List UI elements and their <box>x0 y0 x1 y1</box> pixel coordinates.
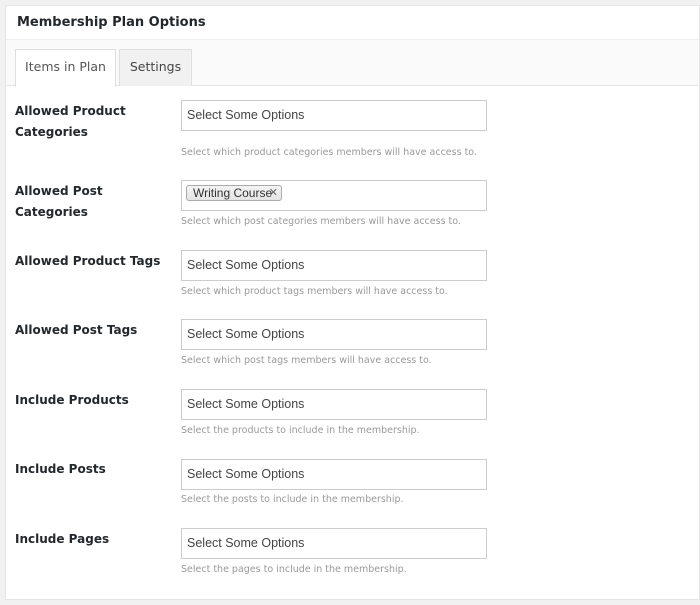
allowed-product-categories-select[interactable]: Select Some Options <box>181 100 487 131</box>
allowed-post-categories-select[interactable]: Writing Course ✕ <box>181 180 487 211</box>
allowed-product-tags-label: Allowed Product Tags <box>15 254 161 268</box>
allowed-post-tags-label: Allowed Post Tags <box>15 323 138 337</box>
include-posts-label: Include Posts <box>15 462 106 476</box>
allowed-product-categories-help: Select which product categories members … <box>181 147 477 158</box>
selected-chip-writing-course: Writing Course ✕ <box>186 185 282 201</box>
allowed-post-tags-help: Select which post tags members will have… <box>181 355 432 366</box>
allowed-product-categories-label: Allowed Product Categories <box>15 104 126 139</box>
include-products-label: Include Products <box>15 393 129 407</box>
tab-settings[interactable]: Settings <box>119 49 192 86</box>
allowed-product-tags-select[interactable]: Select Some Options <box>181 250 487 281</box>
panel-title: Membership Plan Options <box>6 6 699 40</box>
tab-bar: Items in Plan Settings <box>6 40 699 87</box>
membership-plan-options-panel: Membership Plan Options Items in Plan Se… <box>5 5 700 600</box>
close-icon[interactable]: ✕ <box>269 186 278 200</box>
chip-label: Writing Course <box>193 186 273 200</box>
allowed-post-categories-label: Allowed Post Categories <box>15 184 103 219</box>
tab-items-in-plan[interactable]: Items in Plan <box>15 49 116 87</box>
allowed-post-tags-select[interactable]: Select Some Options <box>181 319 487 350</box>
include-pages-label: Include Pages <box>15 532 110 546</box>
include-pages-help: Select the pages to include in the membe… <box>181 564 407 575</box>
include-pages-select[interactable]: Select Some Options <box>181 528 487 559</box>
allowed-product-tags-help: Select which product tags members will h… <box>181 286 448 297</box>
include-products-select[interactable]: Select Some Options <box>181 389 487 420</box>
include-posts-help: Select the posts to include in the membe… <box>181 494 404 505</box>
allowed-post-categories-help: Select which post categories members wil… <box>181 216 461 227</box>
include-products-help: Select the products to include in the me… <box>181 425 420 436</box>
include-posts-select[interactable]: Select Some Options <box>181 459 487 490</box>
